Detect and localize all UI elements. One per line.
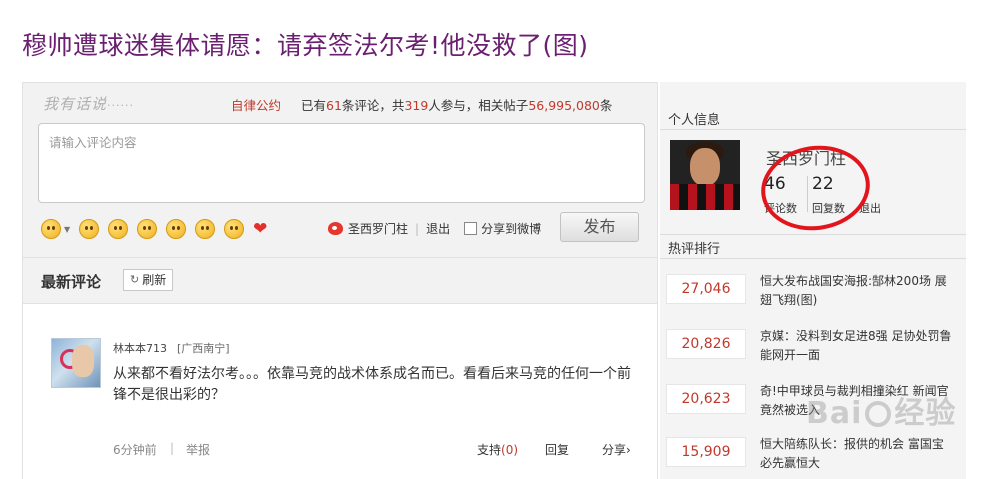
comment-text: 从来都不看好法尔考。。。依靠马竞的战术体系成名而已。看看后来马竞的任何一个前锋不… [113,366,631,403]
profile-section-title: 个人信息 [668,113,721,128]
refresh-button[interactable]: ↻ 刷新 [123,269,174,291]
paw-icon [865,401,892,427]
divider: | [170,441,175,455]
rank-title[interactable]: 恒大发布战国安海报:郜林200场 展翅飞翔(图) [760,272,955,310]
comment-username[interactable]: 林本本713 [113,342,167,355]
rank-count: 20,826 [666,329,746,359]
post-count: 56,995,080 [528,98,600,113]
share-button[interactable]: 分享› [602,441,631,458]
emoji-picker-icon[interactable] [41,219,61,239]
comment-time: 6分钟前 [113,443,157,457]
emoji-shy-icon[interactable] [108,219,129,239]
emoji-wow-icon[interactable] [195,219,216,239]
divider [660,258,966,259]
comment-input[interactable] [38,123,645,203]
emoji-toolbar: ▼ ❤ [41,218,267,240]
avatar[interactable] [51,338,101,388]
profile-avatar[interactable] [670,140,740,210]
post-bar: 圣西罗门柱 | 退出 分享到微博 [328,220,541,237]
latest-comments-header: 最新评论 ↻ 刷新 [22,258,658,304]
participant-count: 319 [404,98,429,113]
weibo-icon [328,222,343,235]
share-weibo-label[interactable]: 分享到微博 [481,220,541,237]
reply-button[interactable]: 回复 [545,441,569,458]
comment-composer: 我有话说······ 自律公约 已有61条评论，共319人参与，相关帖子56,9… [22,82,658,258]
comment-count: 61 [326,98,342,113]
list-item[interactable]: 15,909 恒大陪练队长：报供的机会 富国宝必先赢恒大 [666,425,962,475]
baidu-watermark: Bai 经验 [806,396,957,431]
rules-link[interactable]: 自律公约 [231,95,281,114]
caret-down-icon[interactable]: ▼ [64,225,70,234]
logout-link[interactable]: 退出 [426,220,450,237]
report-link[interactable]: 举报 [186,441,210,458]
user-name-link[interactable]: 圣西罗门柱 [348,220,408,237]
rank-title[interactable]: 京媒：没料到女足进8强 足协处罚鲁能网开一面 [760,327,955,365]
comment-stats: 已有61条评论，共319人参与，相关帖子56,995,080条 [301,98,613,113]
rank-title[interactable]: 恒大陪练队长：报供的机会 富国宝必先赢恒大 [760,435,955,473]
list-item[interactable]: 20,826 京媒：没料到女足进8强 足协处罚鲁能网开一面 [666,317,962,367]
rank-count: 20,623 [666,384,746,414]
latest-comments-title: 最新评论 [41,273,102,291]
emoji-laugh-icon[interactable] [79,219,100,239]
comment-location: [广西南宁] [177,342,230,355]
rank-count: 27,046 [666,274,746,304]
divider [660,234,966,235]
comment-user-line: 林本本713 [广西南宁] [113,340,230,356]
share-weibo-checkbox[interactable] [464,222,478,235]
emoji-angry-icon[interactable] [224,219,245,239]
comment-item: 林本本713 [广西南宁] 从来都不看好法尔考。。。依靠马竞的战术体系成名而已。看… [22,304,658,479]
list-item[interactable]: 27,046 恒大发布战国安海报:郜林200场 展翅飞翔(图) [666,262,962,312]
page-title: 穆帅遭球迷集体请愿：请弃签法尔考!他没救了(图) [22,31,589,60]
heart-icon[interactable]: ❤ [253,219,267,239]
say-label: 我有话说······ [43,95,134,113]
refresh-icon: ↻ [130,273,140,286]
emoji-grin-icon[interactable] [166,219,187,239]
divider [660,129,966,130]
rank-count: 15,909 [666,437,746,467]
emoji-cry-icon[interactable] [137,219,158,239]
publish-button[interactable]: 发布 [560,212,639,242]
ranking-section-title: 热评排行 [668,242,721,257]
divider: | [415,221,420,236]
support-button[interactable]: 支持(0) [477,441,518,458]
